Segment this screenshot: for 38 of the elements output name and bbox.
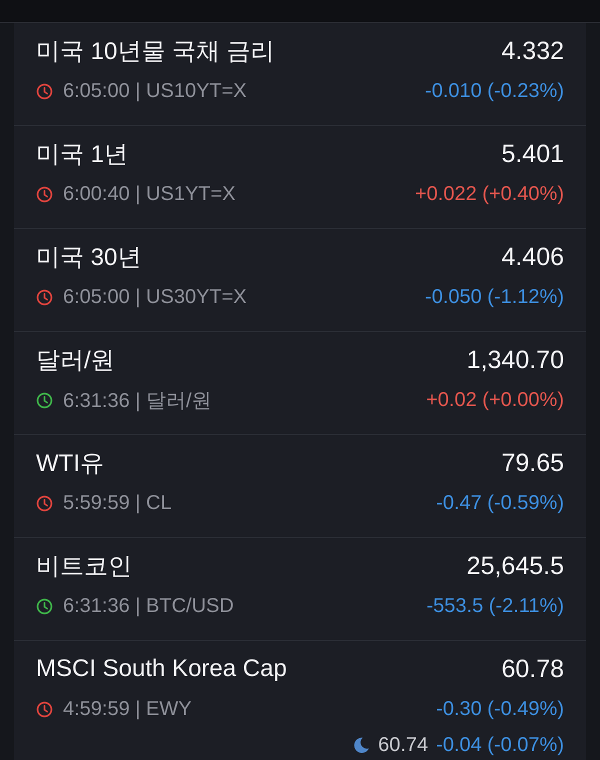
quote-name: 미국 1년 (36, 140, 128, 170)
quote-name: 달러/원 (36, 346, 115, 376)
quote-price: 25,645.5 (466, 552, 564, 580)
quote-row[interactable]: WTI유 79.65 5:59:59 | CL -0.47 (-0.59%) (14, 435, 586, 538)
quote-time-symbol: 4:59:59 | EWY (63, 698, 192, 720)
quote-name: MSCI South Korea Cap (36, 655, 287, 683)
quote-price: 5.401 (501, 140, 564, 168)
quote-row[interactable]: 미국 10년물 국채 금리 4.332 6:05:00 | US10YT=X -0.010 (-0.23%) (14, 23, 586, 126)
after-hours-price: 60.74 (378, 734, 428, 756)
quote-time-symbol: 6:31:36 | 달러/원 (63, 388, 212, 414)
quote-row[interactable]: MSCI South Korea Cap 60.78 4:59:59 | EWY -0.30 (-0.49%) 60.74 -0.04 (-0.07%) (14, 641, 586, 760)
quote-time-symbol: 6:00:40 | US1YT=X (63, 182, 236, 206)
quote-price: 4.332 (501, 36, 564, 66)
moon-icon (352, 736, 370, 754)
quote-row[interactable]: 미국 1년 5.401 6:00:40 | US1YT=X +0.022 (+0.40%) (14, 126, 586, 229)
quote-change: -0.050 (-1.12%) (425, 286, 564, 308)
quote-name: 비트코인 (36, 552, 132, 582)
quote-price: 79.65 (501, 448, 564, 478)
quote-price: 1,340.70 (466, 346, 564, 374)
quote-row[interactable]: 달러/원 1,340.70 6:31:36 | 달러/원 +0.02 (+0.00%) (14, 332, 586, 435)
quote-change: -553.5 (-2.11%) (426, 594, 564, 618)
quote-name: 미국 10년물 국채 금리 (36, 37, 275, 67)
quote-change: +0.02 (+0.00%) (426, 388, 564, 412)
quote-time-symbol: 6:05:00 | US30YT=X (63, 286, 247, 308)
quote-time-symbol: 6:05:00 | US10YT=X (63, 80, 247, 102)
quote-price: 60.78 (501, 654, 564, 684)
quote-name: WTI유 (36, 449, 104, 479)
quote-change: -0.30 (-0.49%) (436, 698, 564, 720)
quote-change: -0.010 (-0.23%) (425, 80, 564, 102)
quote-time-symbol: 5:59:59 | CL (63, 492, 172, 514)
quote-row[interactable]: 비트코인 25,645.5 6:31:36 | BTC/USD -553.5 (-2.11%) (14, 538, 586, 641)
quote-row[interactable]: 미국 30년 4.406 6:05:00 | US30YT=X -0.050 (-1.12%) (14, 229, 586, 332)
quote-name: 미국 30년 (36, 243, 142, 273)
quote-price: 4.406 (501, 242, 564, 272)
quote-change: -0.47 (-0.59%) (436, 492, 564, 514)
after-hours-change: -0.04 (-0.07%) (436, 734, 564, 756)
quote-time-symbol: 6:31:36 | BTC/USD (63, 594, 234, 618)
quote-change: +0.022 (+0.40%) (415, 182, 564, 206)
